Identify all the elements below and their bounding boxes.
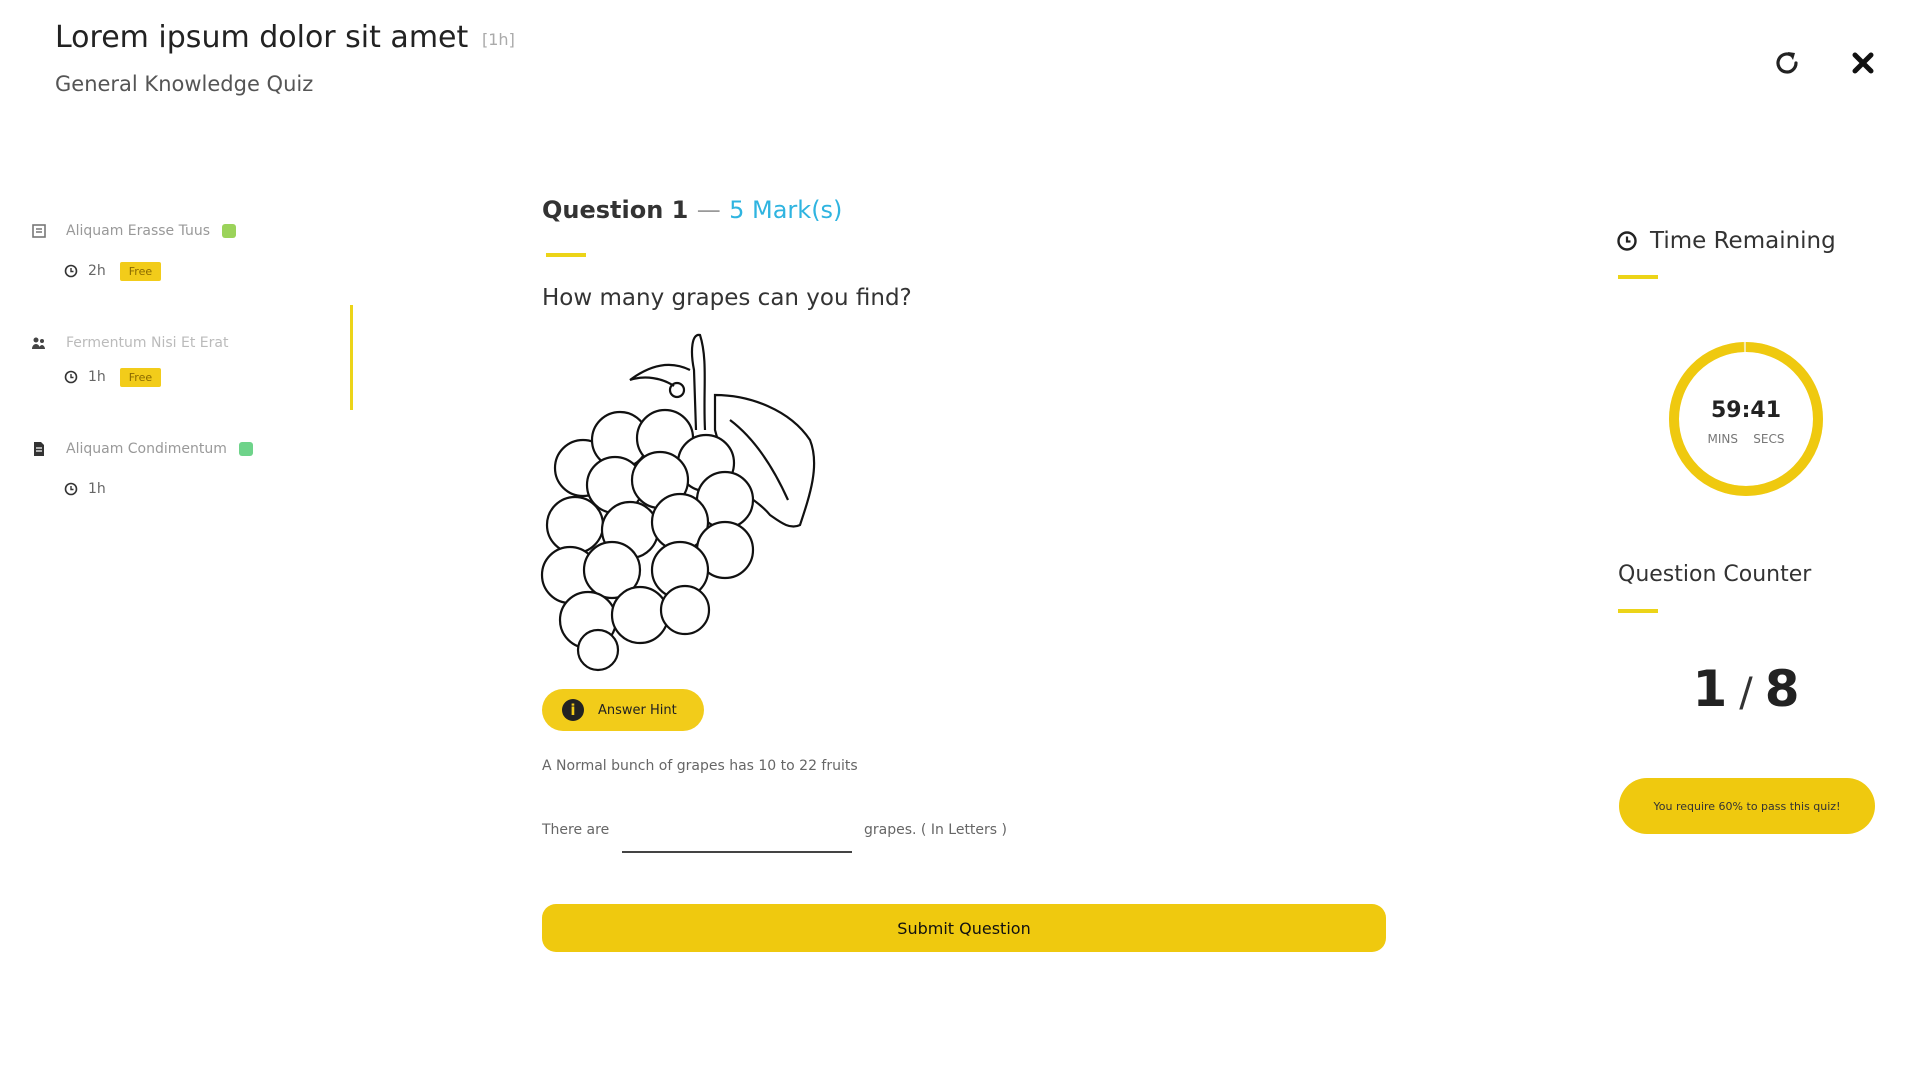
current-question: 1 (1692, 660, 1728, 718)
pass-requirement-badge: You require 60% to pass this quiz! (1619, 778, 1875, 834)
clock-icon (64, 482, 78, 496)
answer-hint-button[interactable]: i Answer Hint (542, 689, 704, 731)
question-number: Question 1 (542, 196, 689, 224)
check-icon (222, 224, 237, 238)
question-text: How many grapes can you find? (542, 285, 912, 311)
submit-question-button[interactable]: Submit Question (542, 904, 1386, 952)
clock-icon (64, 370, 78, 384)
sidebar-item-lesson-2[interactable]: Fermentum Nisi Et Erat 1h Free (30, 330, 350, 390)
question-counter: 1/8 (1664, 660, 1828, 718)
close-button[interactable] (1846, 46, 1880, 80)
clock-icon (64, 264, 78, 278)
check-icon (238, 442, 253, 456)
answer-input[interactable] (622, 815, 852, 853)
people-icon (30, 334, 48, 352)
active-item-indicator (350, 305, 353, 410)
sidebar-item-lesson-1[interactable]: Aliquam Erasse Tuus 2h Free (30, 218, 350, 284)
timer-units: MINS SECS (1707, 432, 1785, 446)
lesson-duration: 1h (88, 369, 106, 385)
hint-text: A Normal bunch of grapes has 10 to 22 fr… (542, 758, 858, 774)
free-badge: Free (119, 261, 162, 281)
counter-separator: / (1739, 670, 1753, 716)
clock-icon (1617, 231, 1637, 251)
sidebar-item-lesson-3[interactable]: Aliquam Condimentum 1h (30, 436, 350, 502)
refresh-icon (1776, 52, 1798, 74)
quiz-subtitle: General Knowledge Quiz (55, 72, 314, 96)
free-badge: Free (119, 367, 162, 387)
total-questions: 8 (1764, 660, 1800, 718)
sidebar-item-label: Aliquam Erasse Tuus (66, 223, 211, 239)
lesson-duration: 2h (88, 263, 106, 279)
heading-underline (1618, 609, 1658, 613)
info-icon: i (562, 699, 584, 721)
question-heading: Question 1 — 5 Mark(s) (542, 196, 842, 224)
duration-badge: [1h] (482, 30, 515, 49)
lesson-icon (30, 222, 48, 240)
heading-underline (546, 253, 586, 257)
refresh-button[interactable] (1770, 46, 1804, 80)
answer-hint-label: Answer Hint (598, 702, 677, 718)
question-dash: — (696, 196, 721, 224)
time-remaining-heading: Time Remaining (1616, 228, 1836, 254)
fill-prefix: There are (542, 822, 610, 838)
time-remaining-title: Time Remaining (1650, 228, 1836, 254)
fill-suffix: grapes. ( In Letters ) (864, 822, 1008, 838)
sidebar-item-label: Fermentum Nisi Et Erat (66, 335, 229, 351)
grapes-image (540, 333, 816, 672)
question-counter-title: Question Counter (1618, 562, 1812, 587)
timer-value: 59:41 (1710, 398, 1782, 423)
document-icon (30, 440, 48, 458)
close-icon (1852, 52, 1874, 74)
question-marks: 5 Mark(s) (729, 196, 843, 224)
heading-underline (1618, 275, 1658, 279)
quiz-title: Lorem ipsum dolor sit amet (55, 20, 469, 55)
sidebar-item-label: Aliquam Condimentum (66, 441, 227, 457)
lesson-duration: 1h (88, 481, 106, 497)
